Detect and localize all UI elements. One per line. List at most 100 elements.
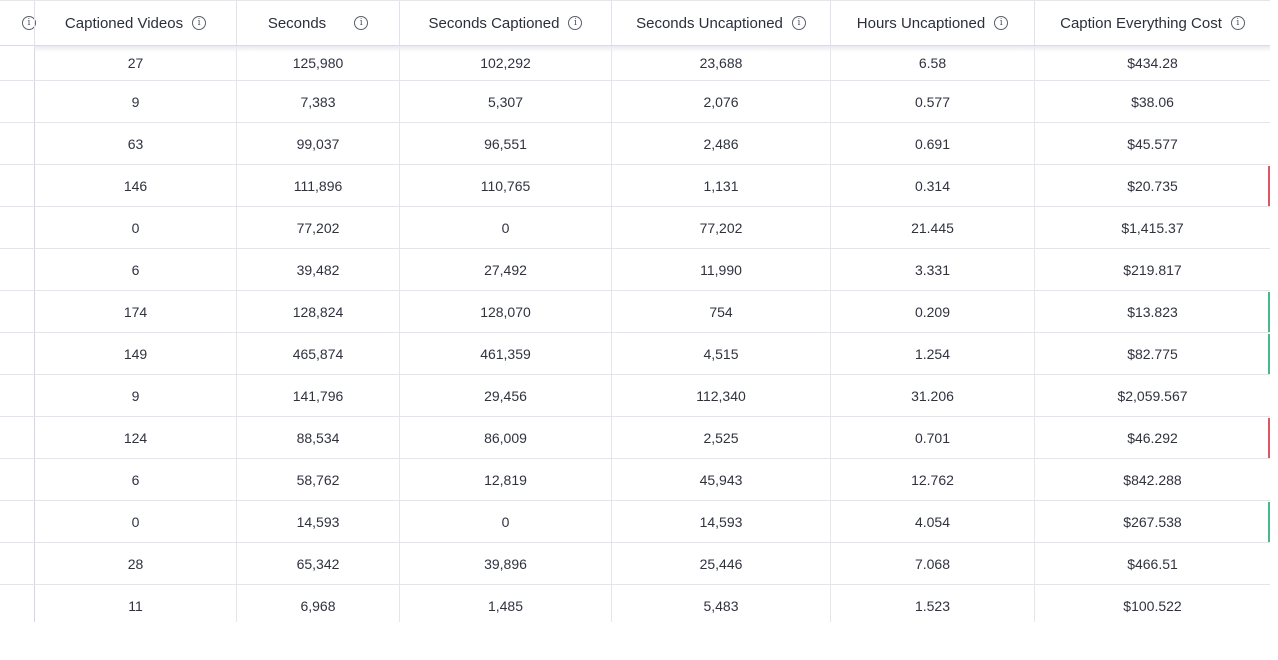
table-row[interactable]: 63 99,037 96,551 2,486 0.691 $45.577 (0, 123, 1270, 165)
cell-seconds-uncaptioned: 14,593 (611, 501, 830, 542)
table-header: i Captioned Videos i Seconds i Seconds C… (0, 0, 1270, 46)
table-row[interactable]: 11 6,968 1,485 5,483 1.523 $100.522 (0, 585, 1270, 622)
cell-seconds: 6,968 (236, 585, 399, 622)
cell-seconds-captioned: 86,009 (399, 417, 611, 458)
table-row[interactable]: 9 141,796 29,456 112,340 31.206 $2,059.567 (0, 375, 1270, 417)
table-row[interactable]: 0 77,202 0 77,202 21.445 $1,415.37 (0, 207, 1270, 249)
cell-caption-everything-cost: $46.292 (1034, 417, 1270, 458)
header-seconds-captioned[interactable]: Seconds Captioned i (399, 1, 611, 45)
info-icon[interactable]: i (354, 16, 369, 30)
info-icon[interactable]: i (568, 16, 583, 30)
cell-seconds: 99,037 (236, 123, 399, 164)
clipped-cell (0, 207, 34, 248)
cell-seconds-captioned: 0 (399, 501, 611, 542)
clipped-cell (0, 81, 34, 122)
clipped-cell (0, 123, 34, 164)
row-status-marker (1268, 334, 1270, 374)
cell-seconds-captioned: 461,359 (399, 333, 611, 374)
table-row[interactable]: 146 111,896 110,765 1,131 0.314 $20.735 (0, 165, 1270, 207)
table-row[interactable]: 124 88,534 86,009 2,525 0.701 $46.292 (0, 417, 1270, 459)
cell-captioned-videos: 9 (34, 375, 236, 416)
cell-seconds-captioned: 96,551 (399, 123, 611, 164)
cell-caption-everything-cost: $466.51 (1034, 543, 1270, 584)
cell-caption-everything-cost: $45.577 (1034, 123, 1270, 164)
info-icon[interactable]: i (994, 16, 1009, 30)
table-row[interactable]: 6 58,762 12,819 45,943 12.762 $842.288 (0, 459, 1270, 501)
clipped-cell (0, 459, 34, 500)
header-cell-clipped[interactable]: i (0, 1, 36, 45)
table-row[interactable]: 6 39,482 27,492 11,990 3.331 $219.817 (0, 249, 1270, 291)
table-body: 27 125,980 102,292 23,688 6.58 $434.28 9 7,383 5… (0, 46, 1270, 622)
cell-seconds-uncaptioned: 77,202 (611, 207, 830, 248)
header-caption-everything-cost[interactable]: Caption Everything Cost i (1034, 1, 1270, 45)
cell-seconds: 125,980 (236, 46, 399, 80)
cell-seconds: 7,383 (236, 81, 399, 122)
cell-seconds-uncaptioned: 11,990 (611, 249, 830, 290)
clipped-cell (0, 501, 34, 542)
table-row[interactable]: 149 465,874 461,359 4,515 1.254 $82.775 (0, 333, 1270, 375)
cell-caption-everything-cost: $2,059.567 (1034, 375, 1270, 416)
table-row[interactable]: 0 14,593 0 14,593 4.054 $267.538 (0, 501, 1270, 543)
cell-caption-everything-cost: $219.817 (1034, 249, 1270, 290)
cell-captioned-videos: 28 (34, 543, 236, 584)
cell-seconds-captioned: 128,070 (399, 291, 611, 332)
info-icon[interactable]: i (1230, 16, 1245, 30)
header-seconds-uncaptioned[interactable]: Seconds Uncaptioned i (611, 1, 830, 45)
table-row[interactable]: 27 125,980 102,292 23,688 6.58 $434.28 (0, 46, 1270, 81)
row-status-marker (1268, 292, 1270, 332)
cell-caption-everything-cost: $267.538 (1034, 501, 1270, 542)
cell-captioned-videos: 0 (34, 501, 236, 542)
header-hours-uncaptioned[interactable]: Hours Uncaptioned i (830, 1, 1034, 45)
cell-seconds: 65,342 (236, 543, 399, 584)
cell-caption-everything-cost: $434.28 (1034, 46, 1270, 80)
cell-hours-uncaptioned: 31.206 (830, 375, 1034, 416)
info-icon[interactable]: i (791, 16, 806, 30)
cell-seconds: 111,896 (236, 165, 399, 206)
clipped-cell (0, 46, 34, 80)
header-label: Seconds Captioned (428, 14, 560, 32)
cell-seconds: 141,796 (236, 375, 399, 416)
header-label: Seconds Uncaptioned (636, 14, 783, 32)
cell-hours-uncaptioned: 21.445 (830, 207, 1034, 248)
cell-seconds-captioned: 102,292 (399, 46, 611, 80)
table-row[interactable]: 9 7,383 5,307 2,076 0.577 $38.06 (0, 81, 1270, 123)
info-icon[interactable]: i (192, 16, 207, 30)
cell-hours-uncaptioned: 1.523 (830, 585, 1034, 622)
cell-seconds-captioned: 12,819 (399, 459, 611, 500)
header-label: Hours Uncaptioned (856, 14, 986, 32)
cell-seconds-uncaptioned: 5,483 (611, 585, 830, 622)
cell-seconds-captioned: 0 (399, 207, 611, 248)
cell-hours-uncaptioned: 3.331 (830, 249, 1034, 290)
row-status-marker (1268, 418, 1270, 458)
cell-hours-uncaptioned: 7.068 (830, 543, 1034, 584)
cell-seconds-uncaptioned: 2,525 (611, 417, 830, 458)
cell-hours-uncaptioned: 4.054 (830, 501, 1034, 542)
cell-hours-uncaptioned: 1.254 (830, 333, 1034, 374)
cell-seconds-uncaptioned: 2,486 (611, 123, 830, 164)
cell-captioned-videos: 146 (34, 165, 236, 206)
table-row[interactable]: 28 65,342 39,896 25,446 7.068 $466.51 (0, 543, 1270, 585)
cell-captioned-videos: 27 (34, 46, 236, 80)
cell-seconds-captioned: 5,307 (399, 81, 611, 122)
header-seconds[interactable]: Seconds i (236, 1, 399, 45)
cell-captioned-videos: 174 (34, 291, 236, 332)
cell-seconds: 58,762 (236, 459, 399, 500)
cell-caption-everything-cost: $13.823 (1034, 291, 1270, 332)
cell-caption-everything-cost: $82.775 (1034, 333, 1270, 374)
cell-hours-uncaptioned: 0.701 (830, 417, 1034, 458)
row-status-marker (1268, 502, 1270, 542)
cell-caption-everything-cost: $1,415.37 (1034, 207, 1270, 248)
cell-hours-uncaptioned: 0.209 (830, 291, 1034, 332)
cell-hours-uncaptioned: 0.314 (830, 165, 1034, 206)
clipped-cell (0, 375, 34, 416)
table-row[interactable]: 174 128,824 128,070 754 0.209 $13.823 (0, 291, 1270, 333)
data-table: i Captioned Videos i Seconds i Seconds C… (0, 0, 1270, 622)
cell-seconds-captioned: 39,896 (399, 543, 611, 584)
clipped-cell (0, 249, 34, 290)
cell-caption-everything-cost: $100.522 (1034, 585, 1270, 622)
clipped-cell (0, 165, 34, 206)
cell-seconds-uncaptioned: 2,076 (611, 81, 830, 122)
header-captioned-videos[interactable]: Captioned Videos i (34, 1, 236, 45)
cell-hours-uncaptioned: 6.58 (830, 46, 1034, 80)
row-status-marker (1268, 166, 1270, 206)
